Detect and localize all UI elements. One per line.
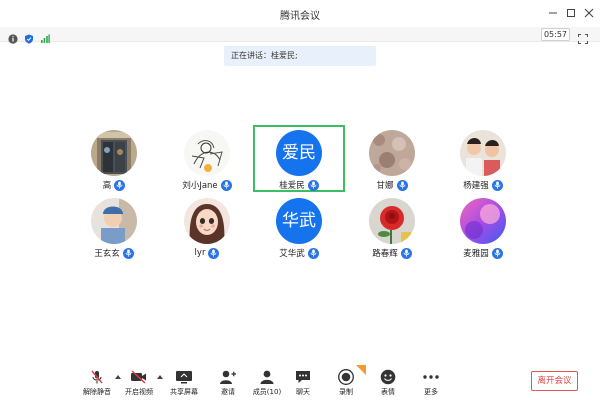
fullscreen-icon[interactable]: [578, 29, 588, 44]
participant-avatar: [460, 130, 506, 176]
record-badge-icon: [356, 365, 366, 375]
participant-name-row: 桂爱民: [264, 179, 334, 191]
participant-name-row: 艾华武: [264, 247, 334, 259]
chat-icon: [293, 368, 313, 386]
participant-tile[interactable]: 麦雅园: [448, 194, 518, 264]
participant-tile[interactable]: lyr: [172, 194, 242, 264]
participant-avatar: [184, 130, 230, 176]
participant-tile[interactable]: 甘娜: [357, 126, 427, 196]
start-video-button[interactable]: 开启视频: [119, 365, 159, 400]
meeting-timer: 05:57: [541, 28, 570, 41]
participant-avatar: [369, 198, 415, 244]
mic-icon: [491, 179, 503, 191]
mic-icon: [307, 179, 319, 191]
record-icon: [336, 368, 356, 386]
participant-tile[interactable]: 王玄玄: [79, 194, 149, 264]
participant-name: 刘小Jane: [182, 181, 218, 191]
mic-icon: [114, 179, 126, 191]
participant-name-row: 麦雅园: [448, 247, 518, 259]
participant-tile[interactable]: 华武 艾华武: [264, 194, 334, 264]
title-bar: 腾讯会议: [0, 0, 600, 28]
participant-avatar: [184, 198, 230, 244]
add-user-icon: [218, 368, 238, 386]
mic-icon: [491, 247, 503, 259]
participant-name-row: 刘小Jane: [172, 179, 242, 191]
leave-meeting-button[interactable]: 离开会议: [531, 371, 578, 391]
more-label: 更多: [424, 388, 438, 396]
record-button[interactable]: 录制: [326, 365, 366, 400]
participant-avatar-text: 华武: [276, 198, 322, 244]
mic-muted-icon: [87, 368, 107, 386]
participant-name: 杨建强: [463, 181, 489, 191]
close-icon[interactable]: [580, 4, 598, 22]
mic-icon: [307, 247, 319, 259]
camera-off-icon: [129, 368, 149, 386]
participant-name-row: 路春辉: [357, 247, 427, 259]
mic-icon: [208, 247, 220, 259]
members-icon: [257, 368, 277, 386]
participant-name-row: 高: [79, 179, 149, 191]
participant-name: 甘娜: [376, 181, 394, 191]
participant-name-row: 甘娜: [357, 179, 427, 191]
signal-icon[interactable]: [40, 29, 50, 43]
participant-tile[interactable]: 路春辉: [357, 194, 427, 264]
speaking-indicator: 正在讲话：桂爱民;: [224, 46, 376, 66]
window-title: 腾讯会议: [280, 11, 320, 22]
participant-name: lyr: [194, 248, 206, 258]
participant-name: 桂爱民: [279, 181, 305, 191]
participant-name: 高: [102, 181, 112, 191]
video-options-caret[interactable]: [157, 375, 163, 379]
mic-icon: [220, 179, 232, 191]
participant-name: 麦雅园: [463, 249, 489, 259]
info-icon[interactable]: [8, 29, 18, 44]
participant-name-row: 王玄玄: [79, 247, 149, 259]
mic-icon: [122, 247, 134, 259]
participant-tile[interactable]: 高: [79, 126, 149, 196]
reactions-button[interactable]: 表情: [368, 365, 408, 400]
participant-tile-active[interactable]: 爱民 桂爱民: [264, 126, 334, 196]
mic-icon: [396, 179, 408, 191]
mic-icon: [400, 247, 412, 259]
participant-name: 艾华武: [279, 249, 305, 259]
unmute-button[interactable]: 解除静音: [77, 365, 117, 400]
participant-tile[interactable]: 杨建强: [448, 126, 518, 196]
share-screen-button[interactable]: 共享屏幕: [164, 365, 204, 400]
participant-name-row: lyr: [172, 247, 242, 259]
chat-button[interactable]: 聊天: [283, 365, 323, 400]
participant-name: 路春辉: [372, 249, 398, 259]
emoji-icon: [378, 368, 398, 386]
info-bar: 05:57: [0, 27, 600, 44]
more-button[interactable]: 更多: [411, 365, 451, 400]
participant-name-row: 杨建强: [448, 179, 518, 191]
participant-name: 王玄玄: [94, 249, 120, 259]
participant-avatar: [369, 130, 415, 176]
meeting-toolbar: 解除静音 开启视频 共享屏幕 邀请 成员(10) 聊天 录制 表情 更多: [0, 365, 600, 400]
participant-avatar: [91, 198, 137, 244]
minimize-icon[interactable]: [544, 4, 562, 22]
participant-avatar-text: 爱民: [276, 130, 322, 176]
participant-avatar: [91, 130, 137, 176]
maximize-icon[interactable]: [562, 4, 580, 22]
share-screen-icon: [174, 368, 194, 386]
more-icon: [421, 368, 441, 386]
shield-icon[interactable]: [24, 29, 34, 44]
participant-tile[interactable]: 刘小Jane: [172, 126, 242, 196]
participant-avatar: [460, 198, 506, 244]
